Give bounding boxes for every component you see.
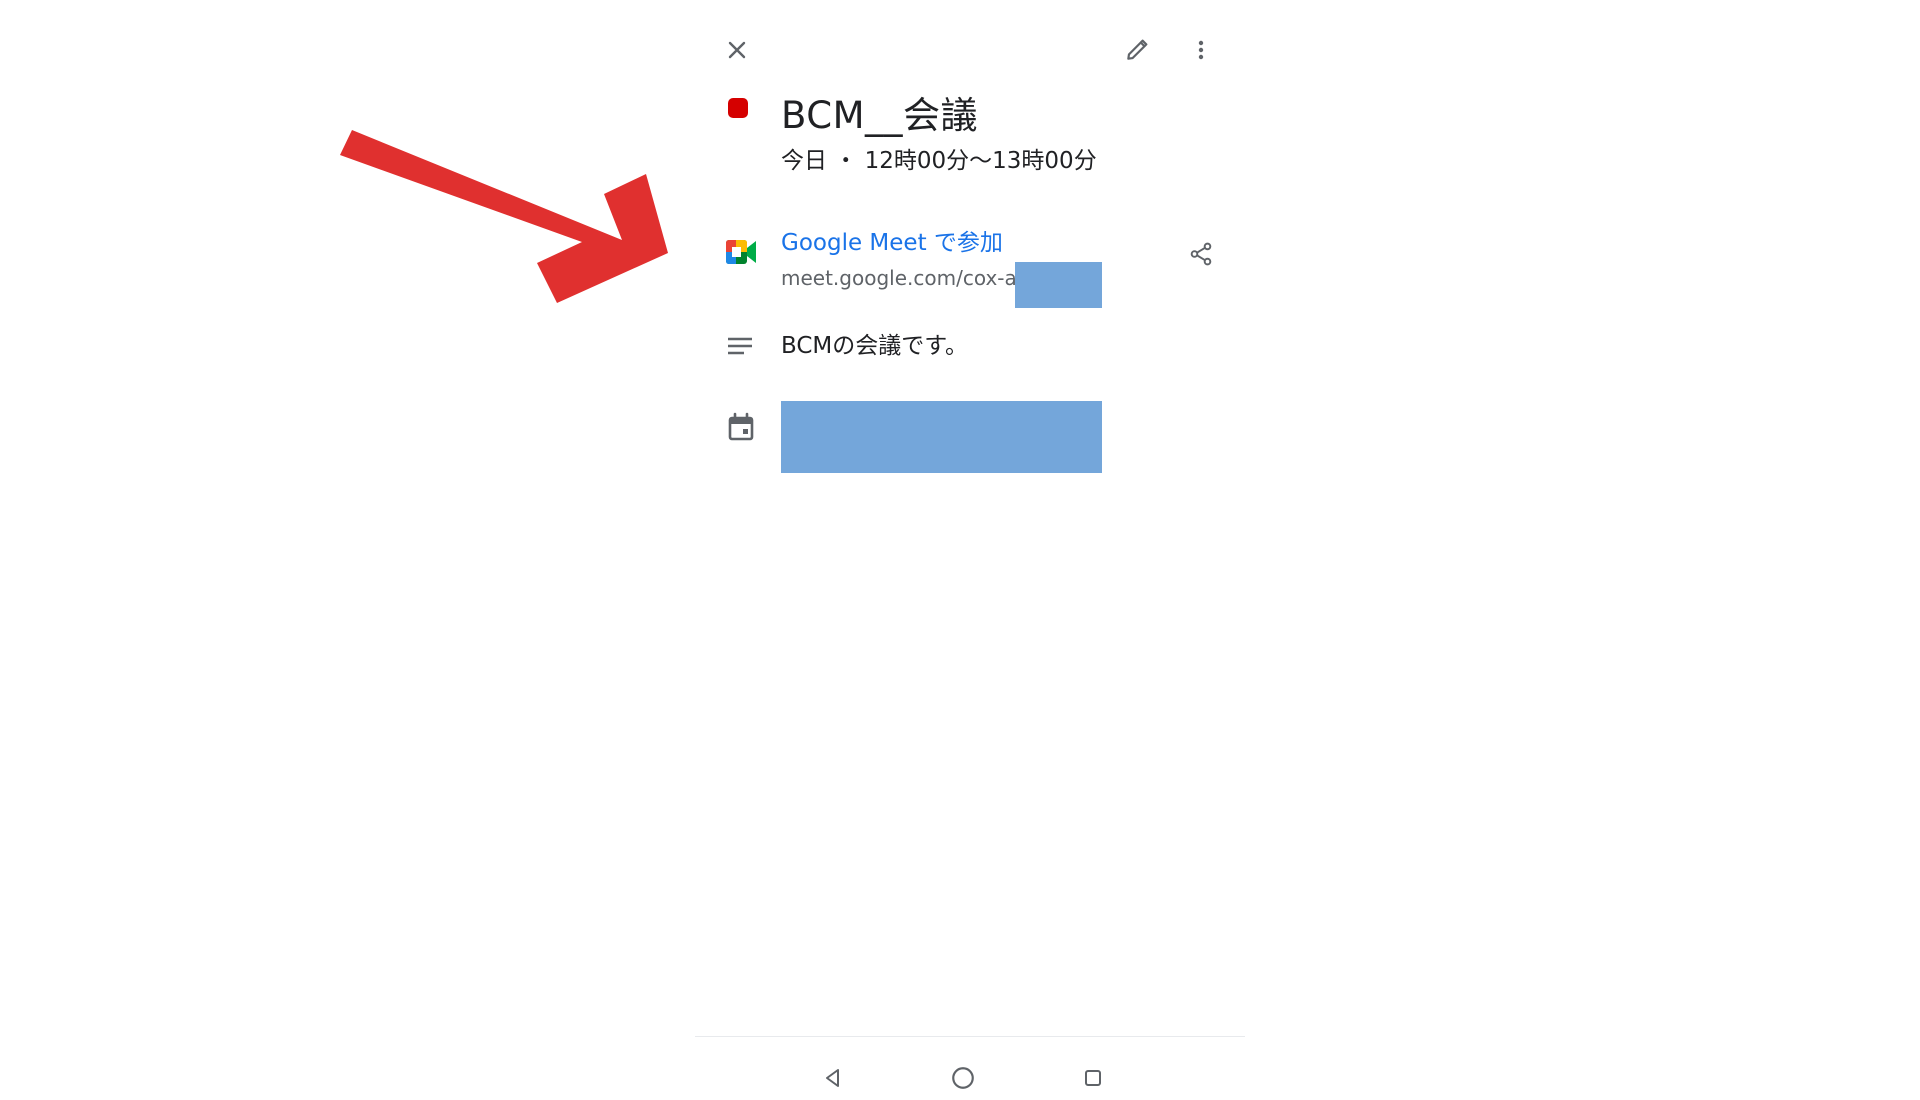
nav-home-button[interactable] <box>941 1056 985 1100</box>
event-description: BCMの会議です。 <box>781 333 968 359</box>
notes-icon <box>728 337 752 355</box>
redaction-box <box>781 401 1102 473</box>
circle-home-icon <box>952 1067 974 1089</box>
pencil-icon <box>1127 39 1148 60</box>
triangle-back-icon <box>826 1069 839 1087</box>
meet-url: meet.google.com/cox-a <box>781 266 1017 290</box>
calendar-icon <box>728 412 754 441</box>
square-recents-icon <box>1085 1070 1101 1086</box>
annotation-arrow <box>340 130 668 303</box>
nav-back-button[interactable] <box>811 1056 855 1100</box>
join-google-meet-link[interactable]: Google Meet で参加 <box>781 228 1003 258</box>
more-options-button[interactable] <box>1179 28 1223 72</box>
event-color-chip <box>728 98 748 118</box>
event-detail-panel: BCM__会議 今日 ・ 12時00分〜13時00分 Google Meet で… <box>695 0 1245 1089</box>
close-icon <box>728 41 746 59</box>
event-datetime: 今日 ・ 12時00分〜13時00分 <box>781 148 1097 174</box>
share-icon <box>1190 242 1212 266</box>
event-title: BCM__会議 <box>781 94 978 137</box>
more-vert-icon <box>1198 40 1204 60</box>
navbar-divider <box>695 1036 1245 1037</box>
redaction-box <box>1015 262 1102 308</box>
nav-recents-button[interactable] <box>1071 1056 1115 1100</box>
close-button[interactable] <box>715 28 759 72</box>
share-button[interactable] <box>1179 232 1223 276</box>
google-meet-icon <box>726 240 756 264</box>
edit-button[interactable] <box>1115 28 1159 72</box>
